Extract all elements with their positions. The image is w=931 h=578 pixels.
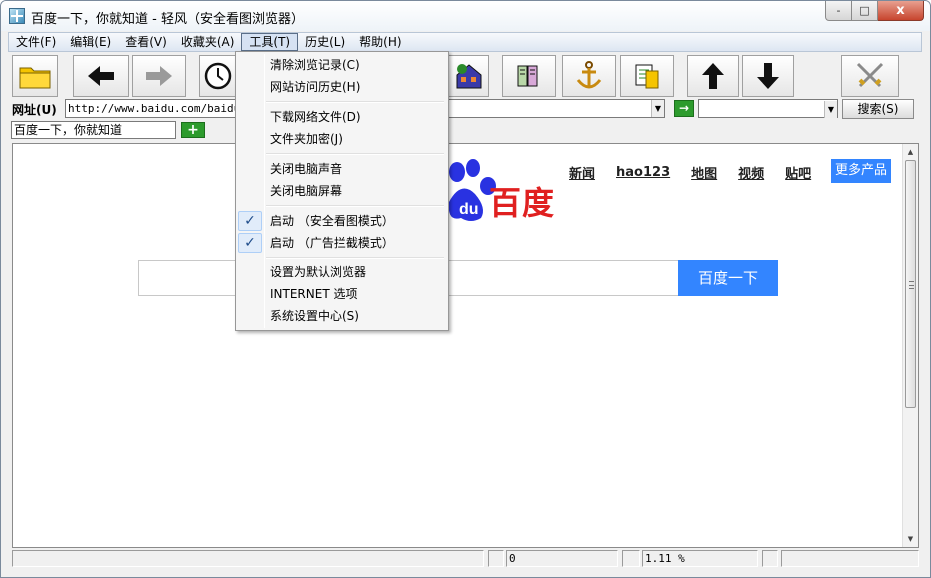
menu-item-internet-options[interactable]: INTERNET 选项 bbox=[238, 284, 446, 304]
status-bar: 0 1.11 % bbox=[8, 549, 922, 569]
history-clock-button[interactable] bbox=[199, 55, 235, 97]
swords-icon bbox=[856, 62, 884, 88]
menu-separator bbox=[266, 257, 444, 259]
menu-item-system-settings[interactable]: 系统设置中心(S) bbox=[238, 306, 446, 326]
menu-item-folder-encrypt[interactable]: 文件夹加密(J) bbox=[238, 129, 446, 149]
status-cell bbox=[488, 550, 504, 567]
more-products-button[interactable]: 更多产品 bbox=[831, 159, 891, 183]
status-cell bbox=[622, 550, 640, 567]
status-count: 0 bbox=[506, 550, 618, 567]
home-button[interactable] bbox=[449, 55, 489, 97]
address-dropdown-button[interactable]: ▼ bbox=[651, 100, 664, 117]
menu-favorites[interactable]: 收藏夹(A) bbox=[174, 33, 242, 51]
menu-item-ad-block-mode[interactable]: 启动 （广告拦截模式） bbox=[238, 233, 446, 253]
search-button[interactable]: 搜索(S) bbox=[842, 99, 914, 119]
back-button[interactable] bbox=[73, 55, 129, 97]
nav-link-video[interactable]: 视频 bbox=[738, 163, 764, 182]
up-arrow-icon bbox=[702, 63, 724, 89]
clock-icon bbox=[204, 62, 231, 90]
baidu-search-button[interactable]: 百度一下 bbox=[678, 260, 778, 296]
status-cell bbox=[762, 550, 778, 567]
menu-bar: 文件(F) 编辑(E) 查看(V) 收藏夹(A) 工具(T) 历史(L) 帮助(… bbox=[8, 32, 922, 52]
tools-dropdown-menu: 清除浏览记录(C) 网站访问历史(H) 下载网络文件(D) 文件夹加密(J) 关… bbox=[235, 51, 449, 331]
status-text bbox=[12, 550, 484, 567]
vertical-scrollbar[interactable]: ▲ ▼ bbox=[902, 144, 918, 547]
toolbar bbox=[8, 53, 922, 99]
anchor-button[interactable] bbox=[562, 55, 616, 97]
menu-item-download-file[interactable]: 下载网络文件(D) bbox=[238, 107, 446, 127]
scroll-down-icon[interactable]: ▼ bbox=[903, 531, 918, 547]
menu-history[interactable]: 历史(L) bbox=[298, 33, 352, 51]
go-arrow-icon: → bbox=[678, 101, 690, 115]
forward-arrow-icon bbox=[146, 66, 172, 86]
status-zoom: 1.11 % bbox=[642, 550, 758, 567]
window-controls: - □ x bbox=[825, 1, 924, 21]
menu-file[interactable]: 文件(F) bbox=[9, 33, 63, 51]
menu-item-screen-off[interactable]: 关闭电脑屏幕 bbox=[238, 181, 446, 201]
back-arrow-icon bbox=[88, 66, 114, 86]
menu-separator bbox=[266, 153, 444, 155]
bookmarks-button[interactable] bbox=[502, 55, 556, 97]
menu-separator bbox=[266, 205, 444, 207]
menu-view[interactable]: 查看(V) bbox=[118, 33, 174, 51]
address-label: 网址(U) bbox=[12, 103, 57, 117]
open-folder-button[interactable] bbox=[12, 55, 58, 97]
menu-help[interactable]: 帮助(H) bbox=[352, 33, 408, 51]
menu-item-safe-image-mode[interactable]: 启动 （安全看图模式） bbox=[238, 211, 446, 231]
menu-item-clear-history[interactable]: 清除浏览记录(C) bbox=[238, 55, 446, 75]
anchor-icon bbox=[576, 61, 602, 89]
new-tab-button[interactable]: + bbox=[181, 122, 205, 138]
maximize-icon: □ bbox=[859, 4, 870, 17]
chevron-down-icon: ▼ bbox=[654, 104, 662, 113]
minimize-button[interactable]: - bbox=[825, 1, 852, 21]
nav-link-map[interactable]: 地图 bbox=[691, 163, 717, 182]
menu-tools[interactable]: 工具(T) bbox=[241, 33, 299, 51]
search-dropdown-button[interactable]: ▼ bbox=[824, 101, 837, 118]
scroll-thumb[interactable] bbox=[905, 160, 916, 408]
close-button[interactable]: x bbox=[878, 1, 924, 21]
maximize-button[interactable]: □ bbox=[852, 1, 878, 21]
page-down-button[interactable] bbox=[742, 55, 794, 97]
title-bar: 百度一下，你就知道 - 轻风（安全看图浏览器） - □ x bbox=[1, 1, 930, 31]
status-cell bbox=[781, 550, 919, 567]
page-content: 新闻 hao123 地图 视频 贴吧 更多产品 du 百度 百度一下 ▲ ▼ bbox=[12, 143, 919, 548]
tab-row: 百度一下，你就知道 + bbox=[8, 120, 922, 141]
baidu-nav: 新闻 hao123 地图 视频 贴吧 bbox=[569, 161, 832, 183]
browser-window: 百度一下，你就知道 - 轻风（安全看图浏览器） - □ x 文件(F) 编辑(E… bbox=[0, 0, 931, 578]
search-engine-select[interactable]: ▼ bbox=[698, 99, 838, 118]
down-arrow-icon bbox=[757, 63, 779, 89]
tools-swords-button[interactable] bbox=[841, 55, 899, 97]
menu-item-site-history[interactable]: 网站访问历史(H) bbox=[238, 77, 446, 97]
tab-baidu[interactable]: 百度一下，你就知道 bbox=[11, 121, 176, 139]
menu-item-set-default-browser[interactable]: 设置为默认浏览器 bbox=[238, 262, 446, 282]
chevron-down-icon: ▼ bbox=[827, 105, 835, 114]
folder-icon bbox=[19, 67, 51, 89]
page-up-button[interactable] bbox=[687, 55, 739, 97]
address-row: 网址(U) http://www.baidu.com/baidu.h ▼ → ▼… bbox=[8, 99, 922, 119]
grip-icon bbox=[909, 281, 914, 289]
forward-button[interactable] bbox=[132, 55, 186, 97]
menu-item-mute-sound[interactable]: 关闭电脑声音 bbox=[238, 159, 446, 179]
home-icon bbox=[456, 64, 481, 89]
documents-button[interactable] bbox=[620, 55, 674, 97]
scroll-up-icon[interactable]: ▲ bbox=[903, 144, 918, 160]
baidu-logo-text: 百度 bbox=[489, 184, 556, 222]
plus-icon: + bbox=[187, 122, 199, 138]
menu-edit[interactable]: 编辑(E) bbox=[63, 33, 118, 51]
book-icon bbox=[517, 65, 538, 87]
go-button[interactable]: → bbox=[674, 100, 694, 117]
menu-separator bbox=[266, 101, 444, 103]
nav-link-hao123[interactable]: hao123 bbox=[616, 165, 670, 180]
svg-text:du: du bbox=[459, 201, 479, 218]
minimize-icon: - bbox=[836, 4, 841, 17]
app-icon bbox=[9, 8, 25, 24]
close-icon: x bbox=[896, 3, 905, 18]
window-title: 百度一下，你就知道 - 轻风（安全看图浏览器） bbox=[31, 12, 304, 27]
nav-link-tieba[interactable]: 贴吧 bbox=[785, 163, 811, 182]
documents-icon bbox=[635, 64, 659, 89]
